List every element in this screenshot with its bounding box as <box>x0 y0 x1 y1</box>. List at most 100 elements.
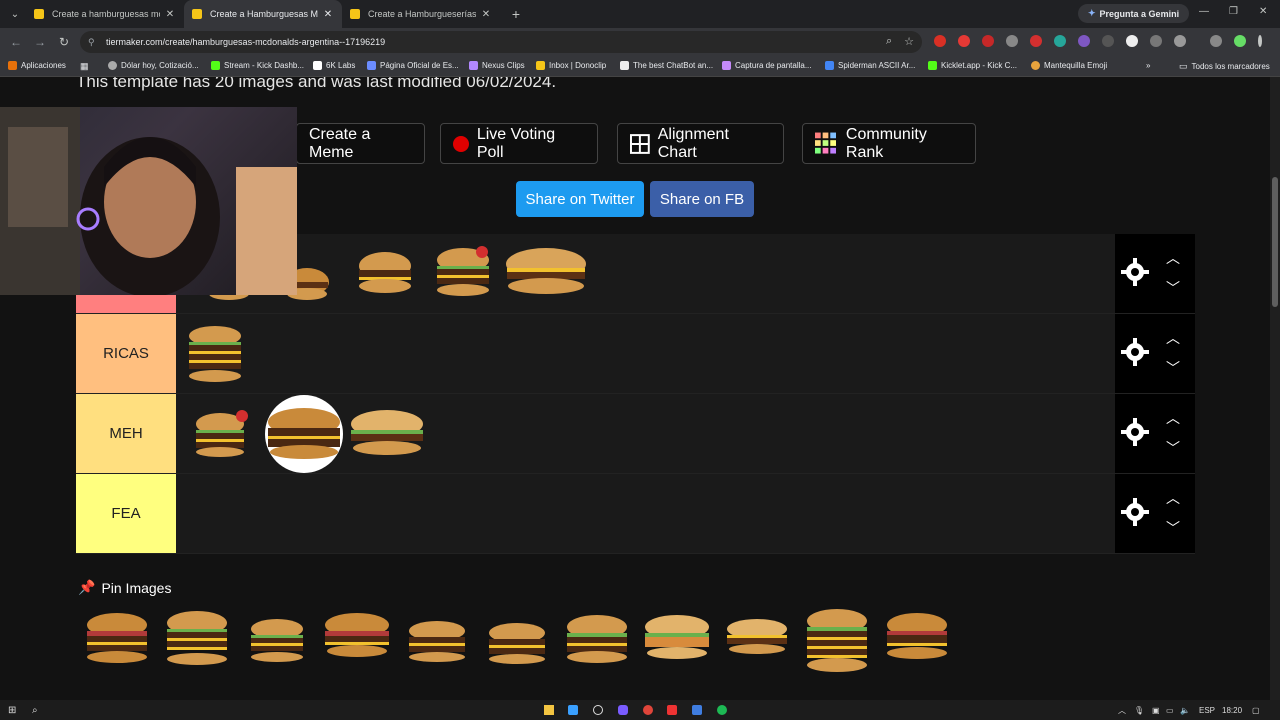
steam-icon[interactable] <box>568 705 578 715</box>
close-icon[interactable]: ✕ <box>322 9 334 20</box>
zoom-icon[interactable]: ⌕ <box>886 35 892 48</box>
share-fb-button[interactable]: Share on FB <box>650 181 754 217</box>
create-meme-button[interactable]: Create a Meme <box>296 123 425 164</box>
tab-search-icon[interactable]: ⌄ <box>4 3 26 25</box>
network-icon[interactable]: ▭ <box>1166 706 1174 715</box>
burger-image[interactable] <box>320 607 394 671</box>
forward-icon[interactable]: → <box>28 35 52 49</box>
burger-image[interactable] <box>186 402 260 466</box>
close-window-icon[interactable]: ✕ <box>1259 6 1267 17</box>
bookmark-item[interactable]: Kicklet.app - Kick C... <box>928 61 1017 70</box>
extension-icon[interactable] <box>982 35 994 47</box>
burger-image[interactable] <box>80 607 154 671</box>
move-down-icon[interactable]: ﹀ <box>1165 358 1181 378</box>
bookmark-tabs-icon[interactable]: ▦ <box>80 61 89 72</box>
alignment-chart-button[interactable]: Alignment Chart <box>617 123 784 164</box>
bookmark-item[interactable]: Página Oficial de Es... <box>367 61 459 70</box>
burger-image[interactable] <box>426 242 500 306</box>
microphone-icon[interactable]: 🎙 <box>1134 706 1144 715</box>
extension-icon[interactable] <box>1150 35 1162 47</box>
minimize-icon[interactable]: — <box>1199 6 1209 17</box>
move-down-icon[interactable]: ﹀ <box>1165 438 1181 458</box>
reading-list-icon[interactable] <box>1210 35 1222 47</box>
bookmark-item[interactable]: Nexus Clips <box>469 61 525 70</box>
search-icon[interactable]: ⌕ <box>32 705 38 716</box>
extension-icon[interactable] <box>1078 35 1090 47</box>
new-tab-icon[interactable]: + <box>506 6 526 22</box>
bookmark-item[interactable]: 6K Labs <box>313 61 355 70</box>
close-icon[interactable]: ✕ <box>164 9 176 20</box>
more-bookmarks-icon[interactable]: » <box>1146 61 1150 70</box>
profile-avatar-icon[interactable] <box>1234 35 1246 47</box>
move-down-icon[interactable]: ﹀ <box>1165 518 1181 538</box>
live-voting-poll-button[interactable]: Live Voting Poll <box>440 123 598 164</box>
bookmark-apps[interactable]: Aplicaciones <box>8 61 66 70</box>
restore-icon[interactable]: ❐ <box>1229 6 1238 17</box>
address-bar[interactable]: ⚲ tiermaker.com/create/hamburguesas-mcdo… <box>80 31 922 53</box>
move-up-icon[interactable]: ︿ <box>1165 328 1181 348</box>
tier-items[interactable] <box>176 394 1115 473</box>
burger-image[interactable] <box>720 607 794 671</box>
bookmark-star-icon[interactable]: ☆ <box>904 35 914 48</box>
extension-icon[interactable] <box>1006 35 1018 47</box>
burger-image[interactable] <box>560 607 634 671</box>
burger-image[interactable] <box>800 607 874 672</box>
burger-image[interactable] <box>348 242 422 306</box>
burger-image[interactable] <box>504 242 588 306</box>
burger-image[interactable] <box>348 402 426 466</box>
page-scrollbar[interactable] <box>1270 77 1280 700</box>
menu-kebab-icon[interactable] <box>1258 35 1262 47</box>
gemini-button[interactable]: ✦ Pregunta a Gemini <box>1078 4 1190 23</box>
gear-icon[interactable] <box>1121 498 1149 526</box>
chrome-icon[interactable] <box>643 705 653 715</box>
tier-items[interactable] <box>176 474 1115 553</box>
extension-icon[interactable] <box>1102 35 1114 47</box>
site-info-icon[interactable]: ⚲ <box>88 37 98 48</box>
reload-icon[interactable]: ↻ <box>52 35 76 49</box>
extension-icon[interactable] <box>958 35 970 47</box>
share-twitter-button[interactable]: Share on Twitter <box>516 181 644 217</box>
bookmark-item[interactable]: The best ChatBot an... <box>620 61 713 70</box>
burger-image[interactable] <box>880 607 954 671</box>
extension-icon[interactable] <box>1126 35 1138 47</box>
tier-items[interactable] <box>176 234 1115 313</box>
back-icon[interactable]: ← <box>4 35 28 49</box>
burger-image[interactable] <box>178 322 252 386</box>
close-icon[interactable]: ✕ <box>480 9 492 20</box>
bookmark-item[interactable]: Inbox | Donoclip <box>536 61 606 70</box>
app-icon[interactable] <box>692 705 702 715</box>
tier-label[interactable]: FEA <box>76 474 176 553</box>
bookmark-item[interactable]: Spiderman ASCII Ar... <box>825 61 915 70</box>
app-icon[interactable] <box>593 705 603 715</box>
burger-image[interactable] <box>640 607 714 671</box>
all-bookmarks[interactable]: ▭ Todos los marcadores <box>1179 61 1270 72</box>
tray-icon[interactable]: ▣ <box>1152 706 1160 715</box>
bookmark-item[interactable]: Dólar hoy, Cotizació... <box>108 61 199 70</box>
extensions-puzzle-icon[interactable] <box>1174 35 1186 47</box>
spotify-icon[interactable] <box>717 705 727 715</box>
bookmark-item[interactable]: Stream - Kick Dashb... <box>211 61 304 70</box>
gear-icon[interactable] <box>1121 418 1149 446</box>
move-up-icon[interactable]: ︿ <box>1165 248 1181 268</box>
file-explorer-icon[interactable] <box>544 705 554 715</box>
burger-image[interactable] <box>264 394 344 474</box>
tier-label[interactable]: RICAS <box>76 314 176 393</box>
bookmark-item[interactable]: Mantequilla Emoji <box>1031 61 1107 70</box>
extension-icon[interactable] <box>1054 35 1066 47</box>
gear-icon[interactable] <box>1121 258 1149 286</box>
language-indicator[interactable]: ESP <box>1199 706 1215 715</box>
tab-2[interactable]: Create a Hamburguesas Mcdon ✕ <box>184 0 342 28</box>
tray-chevron-icon[interactable]: ︿ <box>1118 705 1126 716</box>
notifications-icon[interactable]: ▢ <box>1252 706 1260 715</box>
bookmark-item[interactable]: Captura de pantalla... <box>722 61 812 70</box>
tab-3[interactable]: Create a Hamburgueserías Arg ✕ <box>342 0 500 28</box>
clock[interactable]: 18:20 <box>1222 706 1242 715</box>
gear-icon[interactable] <box>1121 338 1149 366</box>
burger-image[interactable] <box>240 607 314 671</box>
scrollbar-thumb[interactable] <box>1272 177 1278 307</box>
burger-image[interactable] <box>160 607 234 671</box>
pin-images[interactable]: 📌 Pin Images <box>78 579 171 596</box>
brave-icon[interactable] <box>667 705 677 715</box>
burger-image[interactable] <box>480 607 554 671</box>
move-up-icon[interactable]: ︿ <box>1165 488 1181 508</box>
